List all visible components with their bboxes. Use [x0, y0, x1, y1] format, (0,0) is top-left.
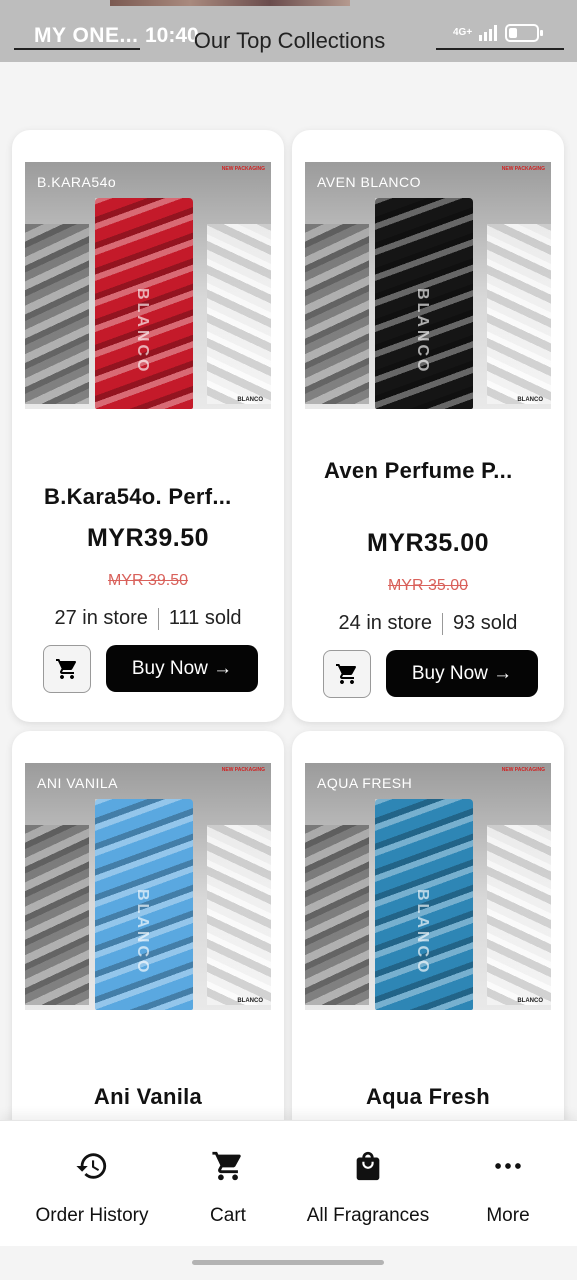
- sold-count: 93 sold: [452, 612, 518, 634]
- product-card[interactable]: BLANCO AQUA FRESH NEW PACKAGING BLANCO A…: [292, 731, 564, 1151]
- image-logo: BLANCO: [517, 998, 543, 1004]
- image-tag: NEW PACKAGING: [501, 767, 545, 773]
- bottle-left-decor: [305, 825, 369, 1005]
- stock-count: 27 in store: [54, 607, 148, 629]
- bottle-left-decor: [305, 224, 369, 404]
- product-image[interactable]: BLANCO ANI VANILA NEW PACKAGING BLANCO: [25, 763, 271, 1010]
- header-image-strip: [110, 0, 350, 6]
- stock-divider: [441, 612, 443, 635]
- stock-count: 24 in store: [338, 612, 432, 634]
- home-gesture-bar[interactable]: [192, 1260, 384, 1265]
- product-old-price: MYR 35.00: [387, 577, 469, 594]
- product-image[interactable]: BLANCO B.KARA54o NEW PACKAGING BLANCO: [25, 162, 271, 409]
- product-name[interactable]: Aqua Fresh: [292, 1082, 564, 1111]
- add-to-cart-button[interactable]: [323, 650, 371, 698]
- bottle-right-decor: [487, 224, 551, 404]
- image-tag: NEW PACKAGING: [221, 166, 265, 172]
- add-to-cart-button[interactable]: [43, 645, 91, 693]
- signal-icon: [479, 25, 497, 41]
- bottle-main: BLANCO: [375, 799, 473, 1010]
- battery-icon: [505, 24, 543, 42]
- nav-more[interactable]: More: [472, 1149, 544, 1227]
- product-card[interactable]: BLANCO ANI VANILA NEW PACKAGING BLANCO A…: [12, 731, 284, 1151]
- nav-label: Cart: [210, 1205, 246, 1226]
- bottle-brand-text: BLANCO: [134, 889, 151, 976]
- shopping-bag-icon: [356, 1151, 380, 1181]
- product-name[interactable]: Aven Perfume P...: [324, 456, 540, 485]
- buy-now-button[interactable]: Buy Now →: [386, 650, 538, 697]
- sold-count: 111 sold: [168, 607, 242, 629]
- product-price: MYR35.00: [366, 529, 490, 557]
- image-brand-label: AVEN BLANCO: [317, 174, 422, 190]
- nav-label: All Fragrances: [306, 1205, 430, 1226]
- app-header: MY ONE... 10:40 Our Top Collections 4G+: [0, 0, 577, 62]
- product-price: MYR39.50: [86, 524, 210, 552]
- system-gesture-area: [0, 1246, 577, 1280]
- image-brand-label: B.KARA54o: [37, 174, 117, 190]
- image-logo: BLANCO: [237, 998, 263, 1004]
- nav-label: More: [486, 1205, 530, 1226]
- bottle-right-decor: [207, 224, 271, 404]
- bottle-right-decor: [487, 825, 551, 1005]
- bottle-left-decor: [25, 825, 89, 1005]
- nav-order-history[interactable]: Order History: [22, 1149, 162, 1227]
- product-image[interactable]: BLANCO AQUA FRESH NEW PACKAGING BLANCO: [305, 763, 551, 1010]
- bottle-right-decor: [207, 825, 271, 1005]
- product-image[interactable]: BLANCO AVEN BLANCO NEW PACKAGING BLANCO: [305, 162, 551, 409]
- image-brand-label: AQUA FRESH: [317, 775, 413, 791]
- bottle-main: BLANCO: [95, 799, 193, 1010]
- image-tag: NEW PACKAGING: [221, 767, 265, 773]
- nav-all-fragrances[interactable]: All Fragrances: [298, 1149, 438, 1227]
- image-brand-label: ANI VANILA: [37, 775, 118, 791]
- image-tag: NEW PACKAGING: [501, 166, 545, 172]
- stock-row: 27 in store 111 sold: [12, 607, 284, 630]
- bottle-brand-text: BLANCO: [134, 288, 151, 375]
- image-logo: BLANCO: [237, 397, 263, 403]
- bottle-brand-text: BLANCO: [414, 288, 431, 375]
- more-dots-icon: [495, 1163, 521, 1169]
- stock-divider: [157, 607, 159, 630]
- network-type: 4G+: [453, 27, 473, 38]
- bottom-navigation: Order History Cart All Fragrances More: [0, 1120, 577, 1246]
- cart-icon: [212, 1151, 241, 1181]
- cart-icon: [336, 664, 357, 684]
- nav-label: Order History: [35, 1205, 149, 1226]
- bottle-left-decor: [25, 224, 89, 404]
- status-icons: 4G+: [453, 24, 543, 42]
- product-name[interactable]: B.Kara54o. Perf...: [44, 482, 260, 511]
- stock-row: 24 in store 93 sold: [292, 612, 564, 635]
- product-name[interactable]: Ani Vanila: [12, 1082, 284, 1111]
- product-card[interactable]: BLANCO AVEN BLANCO NEW PACKAGING BLANCO …: [292, 130, 564, 722]
- nav-cart[interactable]: Cart: [188, 1149, 268, 1227]
- product-card[interactable]: BLANCO B.KARA54o NEW PACKAGING BLANCO B.…: [12, 130, 284, 722]
- image-logo: BLANCO: [517, 397, 543, 403]
- product-old-price: MYR 39.50: [107, 572, 189, 589]
- cart-icon: [56, 659, 77, 679]
- history-icon: [76, 1153, 107, 1179]
- bottle-main: BLANCO: [375, 198, 473, 409]
- buy-now-button[interactable]: Buy Now →: [106, 645, 258, 692]
- bottle-main: BLANCO: [95, 198, 193, 409]
- bottle-brand-text: BLANCO: [414, 889, 431, 976]
